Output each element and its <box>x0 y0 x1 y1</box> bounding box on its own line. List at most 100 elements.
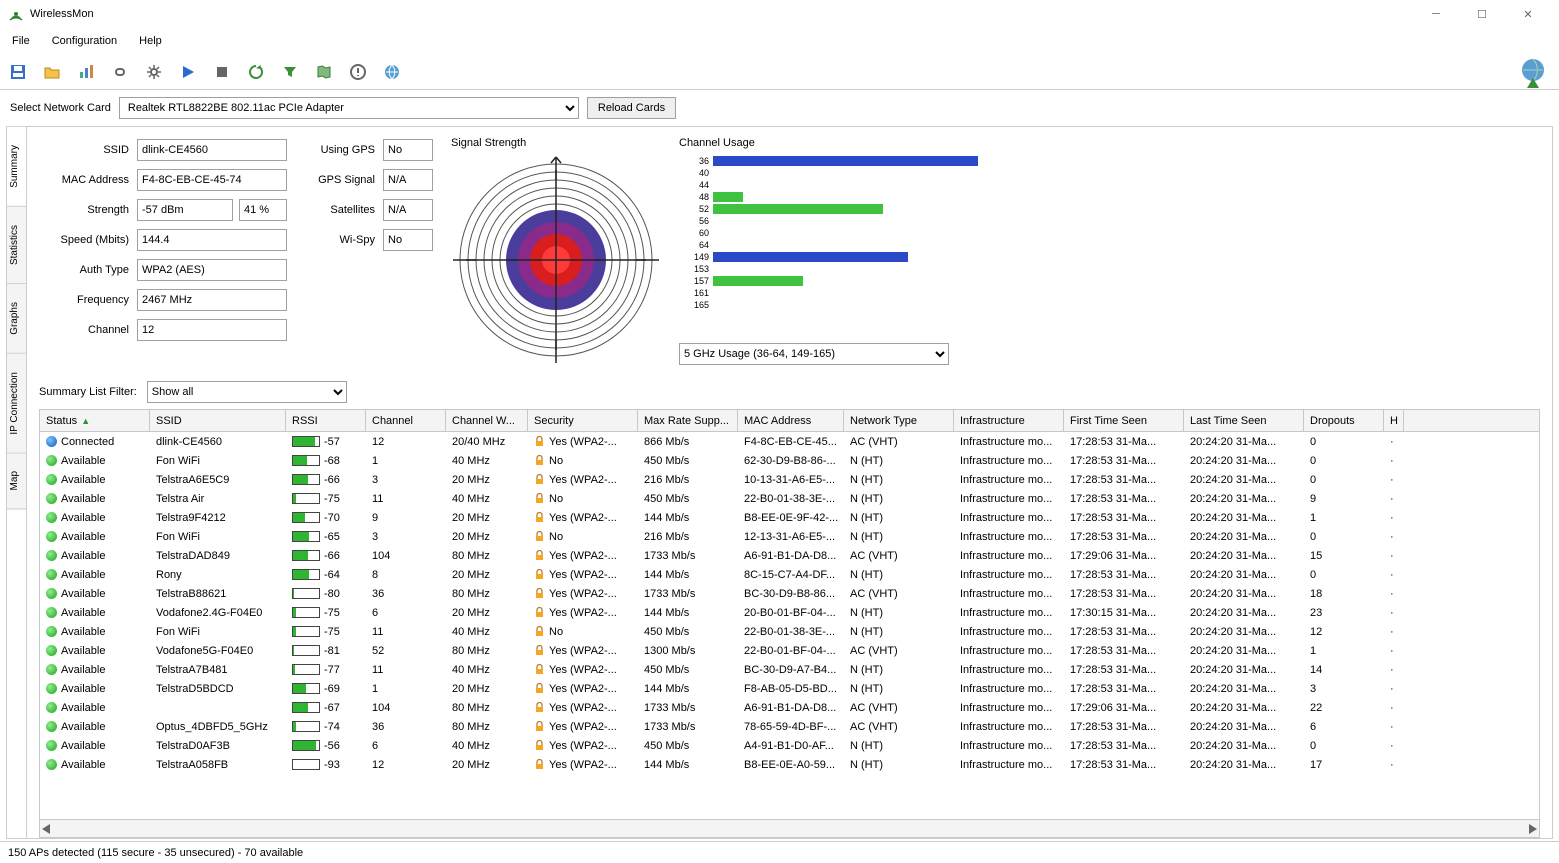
table-row[interactable]: AvailableTelstra9F4212-70920 MHzYes (WPA… <box>40 508 1539 527</box>
table-row[interactable]: Connecteddlink-CE4560-571220/40 MHzYes (… <box>40 432 1539 451</box>
table-row[interactable]: Available-6710480 MHzYes (WPA2-...1733 M… <box>40 698 1539 717</box>
rssi-bar-icon <box>292 607 320 618</box>
channel-number: 52 <box>679 204 709 214</box>
table-row[interactable]: AvailableFon WiFi-751140 MHzNo450 Mb/s22… <box>40 622 1539 641</box>
auth-label: Auth Type <box>39 264 129 276</box>
col-rssi[interactable]: RSSI <box>286 410 366 431</box>
mac-label: MAC Address <box>39 174 129 186</box>
signal-strength-label: Signal Strength <box>451 137 661 149</box>
freq-label: Frequency <box>39 294 129 306</box>
speed-value: 144.4 <box>137 229 287 251</box>
rssi-bar-icon <box>292 493 320 504</box>
col-channel[interactable]: Channel <box>366 410 446 431</box>
col-first[interactable]: First Time Seen <box>1064 410 1184 431</box>
tab-graphs[interactable]: Graphs <box>7 284 26 354</box>
rssi-bar-icon <box>292 626 320 637</box>
alert-icon[interactable] <box>346 60 370 84</box>
table-row[interactable]: AvailableFon WiFi-68140 MHzNo450 Mb/s62-… <box>40 451 1539 470</box>
table-row[interactable]: AvailableTelstraA7B481-771140 MHzYes (WP… <box>40 660 1539 679</box>
col-infra[interactable]: Infrastructure <box>954 410 1064 431</box>
play-icon[interactable] <box>176 60 200 84</box>
table-row[interactable]: AvailableTelstra Air-751140 MHzNo450 Mb/… <box>40 489 1539 508</box>
rssi-bar-icon <box>292 664 320 675</box>
table-row[interactable]: AvailableTelstraB88621-803680 MHzYes (WP… <box>40 584 1539 603</box>
col-ssid[interactable]: SSID <box>150 410 286 431</box>
rssi-bar-icon <box>292 645 320 656</box>
col-dropouts[interactable]: Dropouts <box>1304 410 1384 431</box>
refresh-icon[interactable] <box>244 60 268 84</box>
maximize-button[interactable]: ☐ <box>1459 0 1505 28</box>
col-extra[interactable]: H <box>1384 410 1404 431</box>
menu-help[interactable]: Help <box>133 32 168 50</box>
table-row[interactable]: AvailableFon WiFi-65320 MHzNo216 Mb/s12-… <box>40 527 1539 546</box>
table-row[interactable]: AvailableOptus_4DBFD5_5GHz-743680 MHzYes… <box>40 717 1539 736</box>
channel-value: 12 <box>137 319 287 341</box>
col-channel-width[interactable]: Channel W... <box>446 410 528 431</box>
channel-label: Channel <box>39 324 129 336</box>
col-security[interactable]: Security <box>528 410 638 431</box>
table-row[interactable]: AvailableVodafone2.4G-F04E0-75620 MHzYes… <box>40 603 1539 622</box>
minimize-button[interactable]: ─ <box>1413 0 1459 28</box>
link-icon[interactable] <box>108 60 132 84</box>
status-text: 150 APs detected (115 secure - 35 unsecu… <box>8 847 303 859</box>
filter-icon[interactable] <box>278 60 302 84</box>
stop-icon[interactable] <box>210 60 234 84</box>
table-row[interactable]: AvailableTelstraD0AF3B-56640 MHzYes (WPA… <box>40 736 1539 755</box>
channel-number: 60 <box>679 228 709 238</box>
col-mac[interactable]: MAC Address <box>738 410 844 431</box>
map-icon[interactable] <box>312 60 336 84</box>
chart-icon[interactable] <box>74 60 98 84</box>
col-last[interactable]: Last Time Seen <box>1184 410 1304 431</box>
channel-number: 56 <box>679 216 709 226</box>
reload-cards-button[interactable]: Reload Cards <box>587 97 676 119</box>
table-row[interactable]: AvailableVodafone5G-F04E0-815280 MHzYes … <box>40 641 1539 660</box>
tab-summary[interactable]: Summary <box>7 127 26 207</box>
radar-icon <box>451 155 661 365</box>
status-dot-icon <box>46 702 57 713</box>
tab-ip-connection[interactable]: IP Connection <box>7 354 26 454</box>
table-row[interactable]: AvailableTelstraD5BDCD-69120 MHzYes (WPA… <box>40 679 1539 698</box>
channel-number: 64 <box>679 240 709 250</box>
gear-icon[interactable] <box>142 60 166 84</box>
status-dot-icon <box>46 664 57 675</box>
tab-map[interactable]: Map <box>7 453 26 509</box>
channel-bar <box>713 192 743 202</box>
strength-pct: 41 % <box>239 199 287 221</box>
col-rate[interactable]: Max Rate Supp... <box>638 410 738 431</box>
channel-number: 157 <box>679 276 709 286</box>
network-card-selector: Select Network Card Realtek RTL8822BE 80… <box>0 90 1559 126</box>
channel-number: 40 <box>679 168 709 178</box>
tab-statistics[interactable]: Statistics <box>7 207 26 284</box>
status-dot-icon <box>46 512 57 523</box>
rssi-bar-icon <box>292 512 320 523</box>
network-card-select[interactable]: Realtek RTL8822BE 802.11ac PCIe Adapter <box>119 97 579 119</box>
table-row[interactable]: AvailableTelstraA058FB-931220 MHzYes (WP… <box>40 755 1539 774</box>
table-row[interactable]: AvailableRony-64820 MHzYes (WPA2-...144 … <box>40 565 1539 584</box>
channel-range-select[interactable]: 5 GHz Usage (36-64, 149-165) <box>679 343 949 365</box>
open-icon[interactable] <box>40 60 64 84</box>
status-dot-icon <box>46 569 57 580</box>
gpss-label: GPS Signal <box>305 174 375 186</box>
globe-icon[interactable] <box>380 60 404 84</box>
grid-body[interactable]: Connecteddlink-CE4560-571220/40 MHzYes (… <box>40 432 1539 819</box>
table-row[interactable]: AvailableTelstraA6E5C9-66320 MHzYes (WPA… <box>40 470 1539 489</box>
wispy-value: No <box>383 229 433 251</box>
auth-value: WPA2 (AES) <box>137 259 287 281</box>
wispy-label: Wi-Spy <box>305 234 375 246</box>
status-bar: 150 APs detected (115 secure - 35 unsecu… <box>0 841 1559 863</box>
horizontal-scrollbar[interactable] <box>40 819 1539 837</box>
menu-file[interactable]: File <box>6 32 36 50</box>
col-status[interactable]: Status▲ <box>40 410 150 431</box>
close-button[interactable]: ✕ <box>1505 0 1551 28</box>
channel-number: 149 <box>679 252 709 262</box>
menu-configuration[interactable]: Configuration <box>46 32 123 50</box>
filter-select[interactable]: Show all <box>147 381 347 403</box>
col-type[interactable]: Network Type <box>844 410 954 431</box>
save-icon[interactable] <box>6 60 30 84</box>
status-dot-icon <box>46 436 57 447</box>
mac-value: F4-8C-EB-CE-45-74 <box>137 169 287 191</box>
side-tabs: Summary Statistics Graphs IP Connection … <box>7 127 27 838</box>
table-row[interactable]: AvailableTelstraDAD849-6610480 MHzYes (W… <box>40 546 1539 565</box>
status-dot-icon <box>46 645 57 656</box>
gps-info: Using GPSNo GPS SignalN/A SatellitesN/A … <box>305 137 433 365</box>
